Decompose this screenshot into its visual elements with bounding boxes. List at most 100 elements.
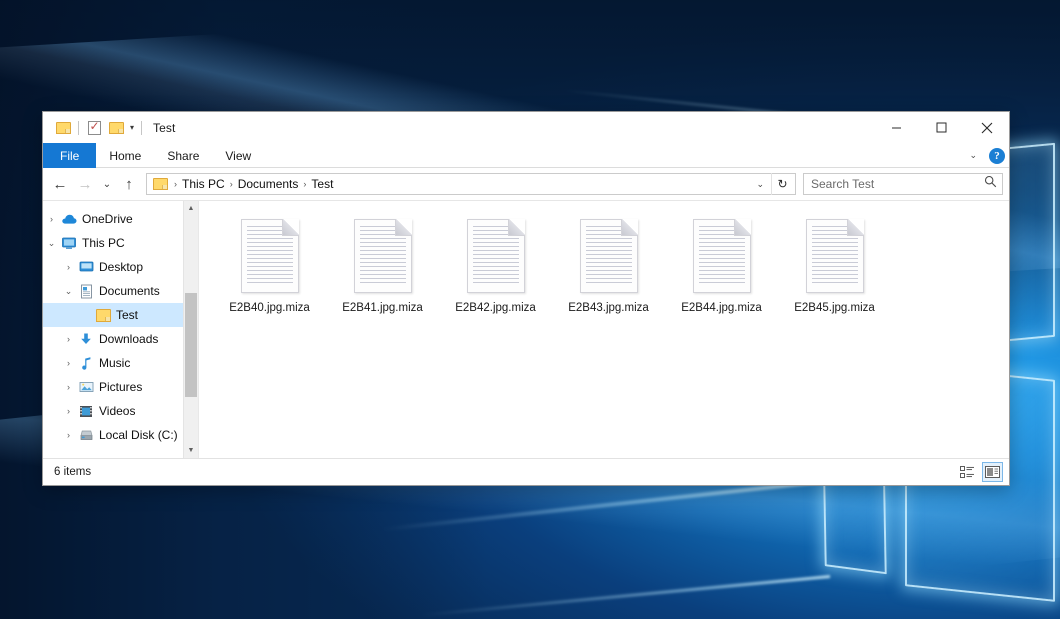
chevron-right-icon[interactable]: › [60, 263, 77, 272]
file-item[interactable]: E2B40.jpg.miza [213, 215, 326, 335]
address-dropdown-chevron-down-icon[interactable]: ⌄ [749, 179, 771, 190]
chevron-right-icon[interactable]: › [43, 215, 60, 224]
file-name-label: E2B44.jpg.miza [681, 302, 762, 314]
music-icon [77, 356, 95, 370]
sidebar-item-test[interactable]: Test [43, 303, 198, 327]
address-path-box[interactable]: › This PC › Documents › Test ⌄ ↻ [146, 173, 796, 195]
sidebar-item-label: Downloads [99, 332, 158, 346]
properties-checkbox-icon[interactable] [83, 117, 105, 139]
generic-file-icon [693, 219, 751, 293]
search-placeholder: Search Test [811, 177, 984, 191]
chevron-down-icon[interactable]: ⌄ [60, 287, 77, 296]
sidebar-item-music[interactable]: › Music [43, 351, 198, 375]
chevron-right-icon[interactable]: › [60, 383, 77, 392]
sidebar-item-this-pc[interactable]: ⌄ This PC [43, 231, 198, 255]
file-item[interactable]: E2B45.jpg.miza [778, 215, 891, 335]
sidebar-item-label: Documents [99, 284, 160, 298]
scrollbar-thumb[interactable] [185, 293, 197, 397]
address-bar: ← → ⌄ ↑ › This PC › Documents › Test ⌄ ↻ [43, 168, 1009, 200]
status-bar: 6 items [43, 458, 1009, 485]
desktop-background: ▾ Test File Home Share View [0, 0, 1060, 619]
customize-qat-caret-icon[interactable]: ▾ [127, 123, 137, 132]
navigation-pane-scrollbar[interactable]: ▲ ▼ [183, 201, 198, 458]
sidebar-item-pictures[interactable]: › Pictures [43, 375, 198, 399]
sidebar-item-label: Local Disk (C:) [99, 428, 178, 442]
sidebar-item-desktop[interactable]: › Desktop [43, 255, 198, 279]
file-name-label: E2B41.jpg.miza [342, 302, 423, 314]
generic-file-icon [467, 219, 525, 293]
sidebar-item-onedrive[interactable]: › OneDrive [43, 207, 198, 231]
folder-icon[interactable] [52, 117, 74, 139]
file-item[interactable]: E2B42.jpg.miza [439, 215, 552, 335]
file-grid: E2B40.jpg.miza E2B41.jpg.miza E2B42.jpg.… [213, 215, 1009, 335]
help-icon[interactable]: ? [989, 148, 1005, 164]
search-input[interactable]: Search Test [803, 173, 1003, 195]
navigation-pane: › OneDrive ⌄ This PC › [43, 201, 199, 458]
breadcrumb-folder-icon [151, 178, 169, 190]
file-item[interactable]: E2B43.jpg.miza [552, 215, 665, 335]
ribbon-right-controls: ⌄ ? [965, 143, 1005, 168]
forward-button: → [73, 172, 97, 196]
minimize-icon[interactable] [874, 112, 919, 143]
tab-share[interactable]: Share [154, 143, 212, 168]
drive-icon [77, 429, 95, 441]
recent-locations-chevron-down-icon[interactable]: ⌄ [98, 172, 116, 196]
breadcrumb-item-test[interactable]: Test [307, 177, 337, 191]
view-mode-buttons [957, 462, 1003, 482]
file-name-label: E2B45.jpg.miza [794, 302, 875, 314]
qat-separator-1 [78, 121, 79, 135]
back-button[interactable]: ← [48, 172, 72, 196]
details-view-button[interactable] [957, 462, 978, 482]
generic-file-icon [354, 219, 412, 293]
chevron-down-icon[interactable]: ⌄ [43, 239, 60, 248]
chevron-right-icon[interactable]: › [60, 359, 77, 368]
sidebar-item-label: Desktop [99, 260, 143, 274]
generic-file-icon [241, 219, 299, 293]
maximize-icon[interactable] [919, 112, 964, 143]
file-name-label: E2B40.jpg.miza [229, 302, 310, 314]
window-title: Test [153, 121, 175, 135]
chevron-right-icon[interactable]: › [60, 335, 77, 344]
cloud-icon [60, 213, 78, 225]
breadcrumb-item-documents[interactable]: Documents [234, 177, 303, 191]
tab-file[interactable]: File [43, 143, 96, 168]
chevron-right-icon[interactable]: › [60, 407, 77, 416]
refresh-icon[interactable]: ↻ [771, 173, 793, 195]
breadcrumb-item-this-pc[interactable]: This PC [178, 177, 229, 191]
desktop-icon [77, 261, 95, 273]
expand-ribbon-chevron-down-icon[interactable]: ⌄ [965, 150, 981, 161]
scroll-down-arrow-icon[interactable]: ▼ [184, 443, 198, 458]
file-item[interactable]: E2B41.jpg.miza [326, 215, 439, 335]
sidebar-item-documents[interactable]: ⌄ Documents [43, 279, 198, 303]
file-name-label: E2B42.jpg.miza [455, 302, 536, 314]
chevron-right-icon[interactable]: › [60, 431, 77, 440]
close-icon[interactable] [964, 112, 1009, 143]
new-folder-icon[interactable] [105, 117, 127, 139]
sidebar-item-label: Pictures [99, 380, 142, 394]
file-item[interactable]: E2B44.jpg.miza [665, 215, 778, 335]
file-name-label: E2B43.jpg.miza [568, 302, 649, 314]
sidebar-item-label: Music [99, 356, 130, 370]
file-list-view[interactable]: E2B40.jpg.miza E2B41.jpg.miza E2B42.jpg.… [199, 201, 1009, 458]
sidebar-item-videos[interactable]: › Videos [43, 399, 198, 423]
tab-home[interactable]: Home [96, 143, 154, 168]
search-icon[interactable] [984, 175, 997, 193]
item-count-label: 6 items [54, 466, 957, 478]
qat-separator-2 [141, 121, 142, 135]
up-button[interactable]: ↑ [117, 172, 141, 196]
scroll-up-arrow-icon[interactable]: ▲ [184, 201, 198, 216]
generic-file-icon [806, 219, 864, 293]
sidebar-item-downloads[interactable]: › Downloads [43, 327, 198, 351]
large-icons-view-button[interactable] [982, 462, 1003, 482]
file-explorer-window: ▾ Test File Home Share View [42, 111, 1010, 486]
sidebar-item-label: Test [116, 308, 138, 322]
folder-icon [94, 309, 112, 322]
breadcrumb: › This PC › Documents › Test [151, 177, 749, 191]
videos-icon [77, 405, 95, 418]
documents-icon [77, 284, 95, 299]
title-bar: ▾ Test [43, 112, 1009, 143]
ribbon-tab-bar: File Home Share View ⌄ ? [43, 143, 1009, 168]
sidebar-item-local-disk-c[interactable]: › Local Disk (C:) [43, 423, 198, 447]
tab-view[interactable]: View [212, 143, 264, 168]
sidebar-item-label: OneDrive [82, 212, 133, 226]
